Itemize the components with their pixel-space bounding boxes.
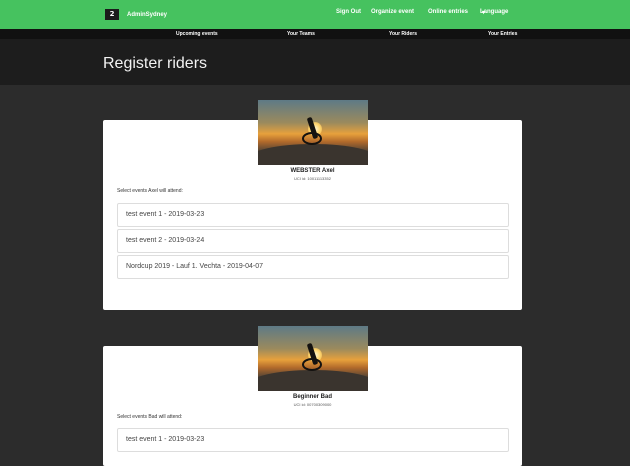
online-entries-link[interactable]: Online entries (428, 9, 468, 15)
sub-navbar: Upcoming events Your Teams Your Riders Y… (0, 29, 630, 39)
chevron-down-icon: ▾ (482, 10, 486, 16)
rider-name: WEBSTER Axel (290, 168, 335, 174)
page-title: Register riders (103, 55, 208, 72)
rider-name: Beginner Bad (292, 394, 332, 400)
organize-event-link[interactable]: Organize event (371, 9, 414, 15)
top-navbar: 2 AdminSydney Sign Out Organize event On… (0, 0, 630, 29)
brand[interactable]: 2 AdminSydney (105, 9, 167, 20)
page-header: Register riders (0, 39, 630, 85)
event-list: test event 1 - 2019-03-23 (117, 428, 509, 454)
rider-photo (258, 100, 368, 165)
rider-card: WEBSTER Axel UCI id: 10011113352 Select … (103, 100, 522, 310)
subnav-upcoming-events[interactable]: Upcoming events (176, 31, 218, 37)
event-option[interactable]: test event 2 - 2019-03-24 (117, 229, 509, 253)
subnav-your-entries[interactable]: Your Entries (488, 31, 517, 37)
brand-name: AdminSydney (127, 11, 168, 18)
subnav-your-teams[interactable]: Your Teams (287, 31, 315, 37)
subnav-your-riders[interactable]: Your Riders (389, 31, 417, 37)
event-option[interactable]: test event 1 - 2019-03-23 (117, 428, 509, 452)
rider-uci-id: UCI id: 10011113352 (294, 176, 331, 181)
rider-uci-id: UCI id: 00700309000 (293, 402, 332, 407)
sign-out-link[interactable]: Sign Out (336, 9, 361, 15)
rider-card: Beginner Bad UCI id: 00700309000 Select … (103, 326, 522, 466)
event-option[interactable]: Nordcup 2019 - Lauf 1. Vechta - 2019-04-… (117, 255, 509, 279)
select-events-label: Select events Bad will attend: (117, 414, 183, 420)
event-option[interactable]: test event 1 - 2019-03-23 (117, 203, 509, 227)
select-events-label: Select events Axel will attend: (117, 188, 183, 194)
rider-photo (258, 326, 368, 391)
event-list: test event 1 - 2019-03-23 test event 2 -… (117, 203, 509, 281)
brand-logo-icon: 2 (105, 9, 119, 20)
